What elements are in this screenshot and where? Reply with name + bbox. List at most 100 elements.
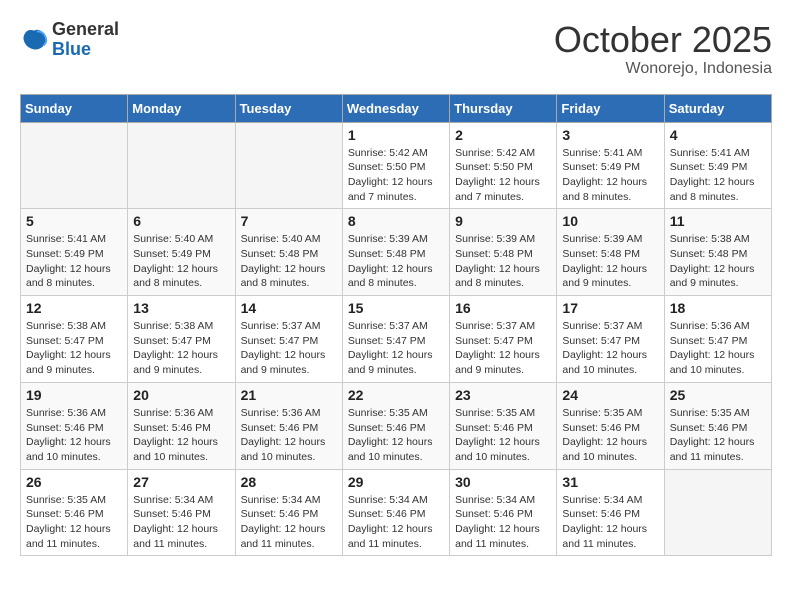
day-number: 19	[26, 387, 122, 403]
day-info: Sunrise: 5:39 AMSunset: 5:48 PMDaylight:…	[562, 232, 658, 291]
weekday-header-row: SundayMondayTuesdayWednesdayThursdayFrid…	[21, 94, 772, 122]
day-info: Sunrise: 5:34 AMSunset: 5:46 PMDaylight:…	[348, 493, 444, 552]
day-info: Sunrise: 5:35 AMSunset: 5:46 PMDaylight:…	[455, 406, 551, 465]
day-number: 15	[348, 300, 444, 316]
location-subtitle: Wonorejo, Indonesia	[554, 60, 772, 78]
day-cell: 13 Sunrise: 5:38 AMSunset: 5:47 PMDayligh…	[128, 296, 235, 383]
day-info: Sunrise: 5:35 AMSunset: 5:46 PMDaylight:…	[670, 406, 766, 465]
day-info: Sunrise: 5:38 AMSunset: 5:48 PMDaylight:…	[670, 232, 766, 291]
logo: General Blue	[20, 20, 119, 60]
header: General Blue October 2025 Wonorejo, Indo…	[20, 20, 772, 78]
day-cell: 22 Sunrise: 5:35 AMSunset: 5:46 PMDayligh…	[342, 382, 449, 469]
day-cell	[664, 469, 771, 556]
day-info: Sunrise: 5:34 AMSunset: 5:46 PMDaylight:…	[562, 493, 658, 552]
day-cell: 1 Sunrise: 5:42 AMSunset: 5:50 PMDaylight…	[342, 122, 449, 209]
day-cell: 29 Sunrise: 5:34 AMSunset: 5:46 PMDayligh…	[342, 469, 449, 556]
day-number: 31	[562, 474, 658, 490]
weekday-header-saturday: Saturday	[664, 94, 771, 122]
day-info: Sunrise: 5:34 AMSunset: 5:46 PMDaylight:…	[241, 493, 337, 552]
day-cell: 28 Sunrise: 5:34 AMSunset: 5:46 PMDayligh…	[235, 469, 342, 556]
day-cell	[128, 122, 235, 209]
day-number: 8	[348, 213, 444, 229]
week-row-2: 5Sunrise: 5:41 AMSunset: 5:49 PMDaylight…	[21, 209, 772, 296]
day-info: Sunrise: 5:35 AMSunset: 5:46 PMDaylight:…	[26, 493, 122, 552]
day-info: Sunrise: 5:40 AMSunset: 5:49 PMDaylight:…	[133, 232, 229, 291]
day-number: 7	[241, 213, 337, 229]
day-info: Sunrise: 5:37 AMSunset: 5:47 PMDaylight:…	[348, 319, 444, 378]
week-row-1: 1 Sunrise: 5:42 AMSunset: 5:50 PMDaylight…	[21, 122, 772, 209]
day-number: 22	[348, 387, 444, 403]
day-number: 20	[133, 387, 229, 403]
day-info: Sunrise: 5:42 AMSunset: 5:50 PMDaylight:…	[348, 146, 444, 205]
day-cell: 10Sunrise: 5:39 AMSunset: 5:48 PMDayligh…	[557, 209, 664, 296]
day-info: Sunrise: 5:39 AMSunset: 5:48 PMDaylight:…	[348, 232, 444, 291]
day-number: 6	[133, 213, 229, 229]
day-cell: 8 Sunrise: 5:39 AMSunset: 5:48 PMDaylight…	[342, 209, 449, 296]
day-info: Sunrise: 5:38 AMSunset: 5:47 PMDaylight:…	[133, 319, 229, 378]
day-number: 2	[455, 127, 551, 143]
day-info: Sunrise: 5:37 AMSunset: 5:47 PMDaylight:…	[562, 319, 658, 378]
day-cell: 17Sunrise: 5:37 AMSunset: 5:47 PMDayligh…	[557, 296, 664, 383]
day-info: Sunrise: 5:38 AMSunset: 5:47 PMDaylight:…	[26, 319, 122, 378]
day-cell: 23 Sunrise: 5:35 AMSunset: 5:46 PMDayligh…	[450, 382, 557, 469]
weekday-header-sunday: Sunday	[21, 94, 128, 122]
day-cell: 6 Sunrise: 5:40 AMSunset: 5:49 PMDaylight…	[128, 209, 235, 296]
weekday-header-thursday: Thursday	[450, 94, 557, 122]
day-info: Sunrise: 5:41 AMSunset: 5:49 PMDaylight:…	[562, 146, 658, 205]
day-info: Sunrise: 5:35 AMSunset: 5:46 PMDaylight:…	[348, 406, 444, 465]
day-cell: 16 Sunrise: 5:37 AMSunset: 5:47 PMDayligh…	[450, 296, 557, 383]
day-info: Sunrise: 5:37 AMSunset: 5:47 PMDaylight:…	[455, 319, 551, 378]
day-number: 9	[455, 213, 551, 229]
logo-icon	[20, 26, 48, 54]
day-info: Sunrise: 5:36 AMSunset: 5:46 PMDaylight:…	[133, 406, 229, 465]
weekday-header-tuesday: Tuesday	[235, 94, 342, 122]
week-row-3: 12 Sunrise: 5:38 AMSunset: 5:47 PMDayligh…	[21, 296, 772, 383]
week-row-4: 19 Sunrise: 5:36 AMSunset: 5:46 PMDayligh…	[21, 382, 772, 469]
day-cell: 26 Sunrise: 5:35 AMSunset: 5:46 PMDayligh…	[21, 469, 128, 556]
day-number: 28	[241, 474, 337, 490]
day-info: Sunrise: 5:36 AMSunset: 5:47 PMDaylight:…	[670, 319, 766, 378]
weekday-header-friday: Friday	[557, 94, 664, 122]
day-cell: 12 Sunrise: 5:38 AMSunset: 5:47 PMDayligh…	[21, 296, 128, 383]
day-number: 21	[241, 387, 337, 403]
day-cell: 9Sunrise: 5:39 AMSunset: 5:48 PMDaylight…	[450, 209, 557, 296]
day-number: 30	[455, 474, 551, 490]
day-info: Sunrise: 5:34 AMSunset: 5:46 PMDaylight:…	[455, 493, 551, 552]
day-number: 4	[670, 127, 766, 143]
day-number: 16	[455, 300, 551, 316]
day-cell: 15 Sunrise: 5:37 AMSunset: 5:47 PMDayligh…	[342, 296, 449, 383]
day-number: 3	[562, 127, 658, 143]
day-number: 13	[133, 300, 229, 316]
day-info: Sunrise: 5:42 AMSunset: 5:50 PMDaylight:…	[455, 146, 551, 205]
logo-blue-text: Blue	[52, 39, 91, 59]
day-number: 1	[348, 127, 444, 143]
day-number: 18	[670, 300, 766, 316]
day-cell: 20 Sunrise: 5:36 AMSunset: 5:46 PMDayligh…	[128, 382, 235, 469]
logo-general-text: General	[52, 19, 119, 39]
day-number: 27	[133, 474, 229, 490]
title-block: October 2025 Wonorejo, Indonesia	[554, 20, 772, 78]
day-cell: 24Sunrise: 5:35 AMSunset: 5:46 PMDayligh…	[557, 382, 664, 469]
month-title: October 2025	[554, 20, 772, 60]
day-info: Sunrise: 5:36 AMSunset: 5:46 PMDaylight:…	[26, 406, 122, 465]
day-info: Sunrise: 5:37 AMSunset: 5:47 PMDaylight:…	[241, 319, 337, 378]
day-info: Sunrise: 5:35 AMSunset: 5:46 PMDaylight:…	[562, 406, 658, 465]
day-number: 26	[26, 474, 122, 490]
day-cell: 14Sunrise: 5:37 AMSunset: 5:47 PMDayligh…	[235, 296, 342, 383]
day-number: 29	[348, 474, 444, 490]
weekday-header-monday: Monday	[128, 94, 235, 122]
day-info: Sunrise: 5:36 AMSunset: 5:46 PMDaylight:…	[241, 406, 337, 465]
day-cell: 2 Sunrise: 5:42 AMSunset: 5:50 PMDaylight…	[450, 122, 557, 209]
day-info: Sunrise: 5:40 AMSunset: 5:48 PMDaylight:…	[241, 232, 337, 291]
day-number: 23	[455, 387, 551, 403]
day-cell: 7 Sunrise: 5:40 AMSunset: 5:48 PMDaylight…	[235, 209, 342, 296]
day-number: 5	[26, 213, 122, 229]
day-cell: 21 Sunrise: 5:36 AMSunset: 5:46 PMDayligh…	[235, 382, 342, 469]
calendar-table: SundayMondayTuesdayWednesdayThursdayFrid…	[20, 94, 772, 557]
calendar-body: 1 Sunrise: 5:42 AMSunset: 5:50 PMDaylight…	[21, 122, 772, 556]
day-number: 12	[26, 300, 122, 316]
day-number: 11	[670, 213, 766, 229]
day-cell: 30 Sunrise: 5:34 AMSunset: 5:46 PMDayligh…	[450, 469, 557, 556]
week-row-5: 26 Sunrise: 5:35 AMSunset: 5:46 PMDayligh…	[21, 469, 772, 556]
day-cell: 19 Sunrise: 5:36 AMSunset: 5:46 PMDayligh…	[21, 382, 128, 469]
